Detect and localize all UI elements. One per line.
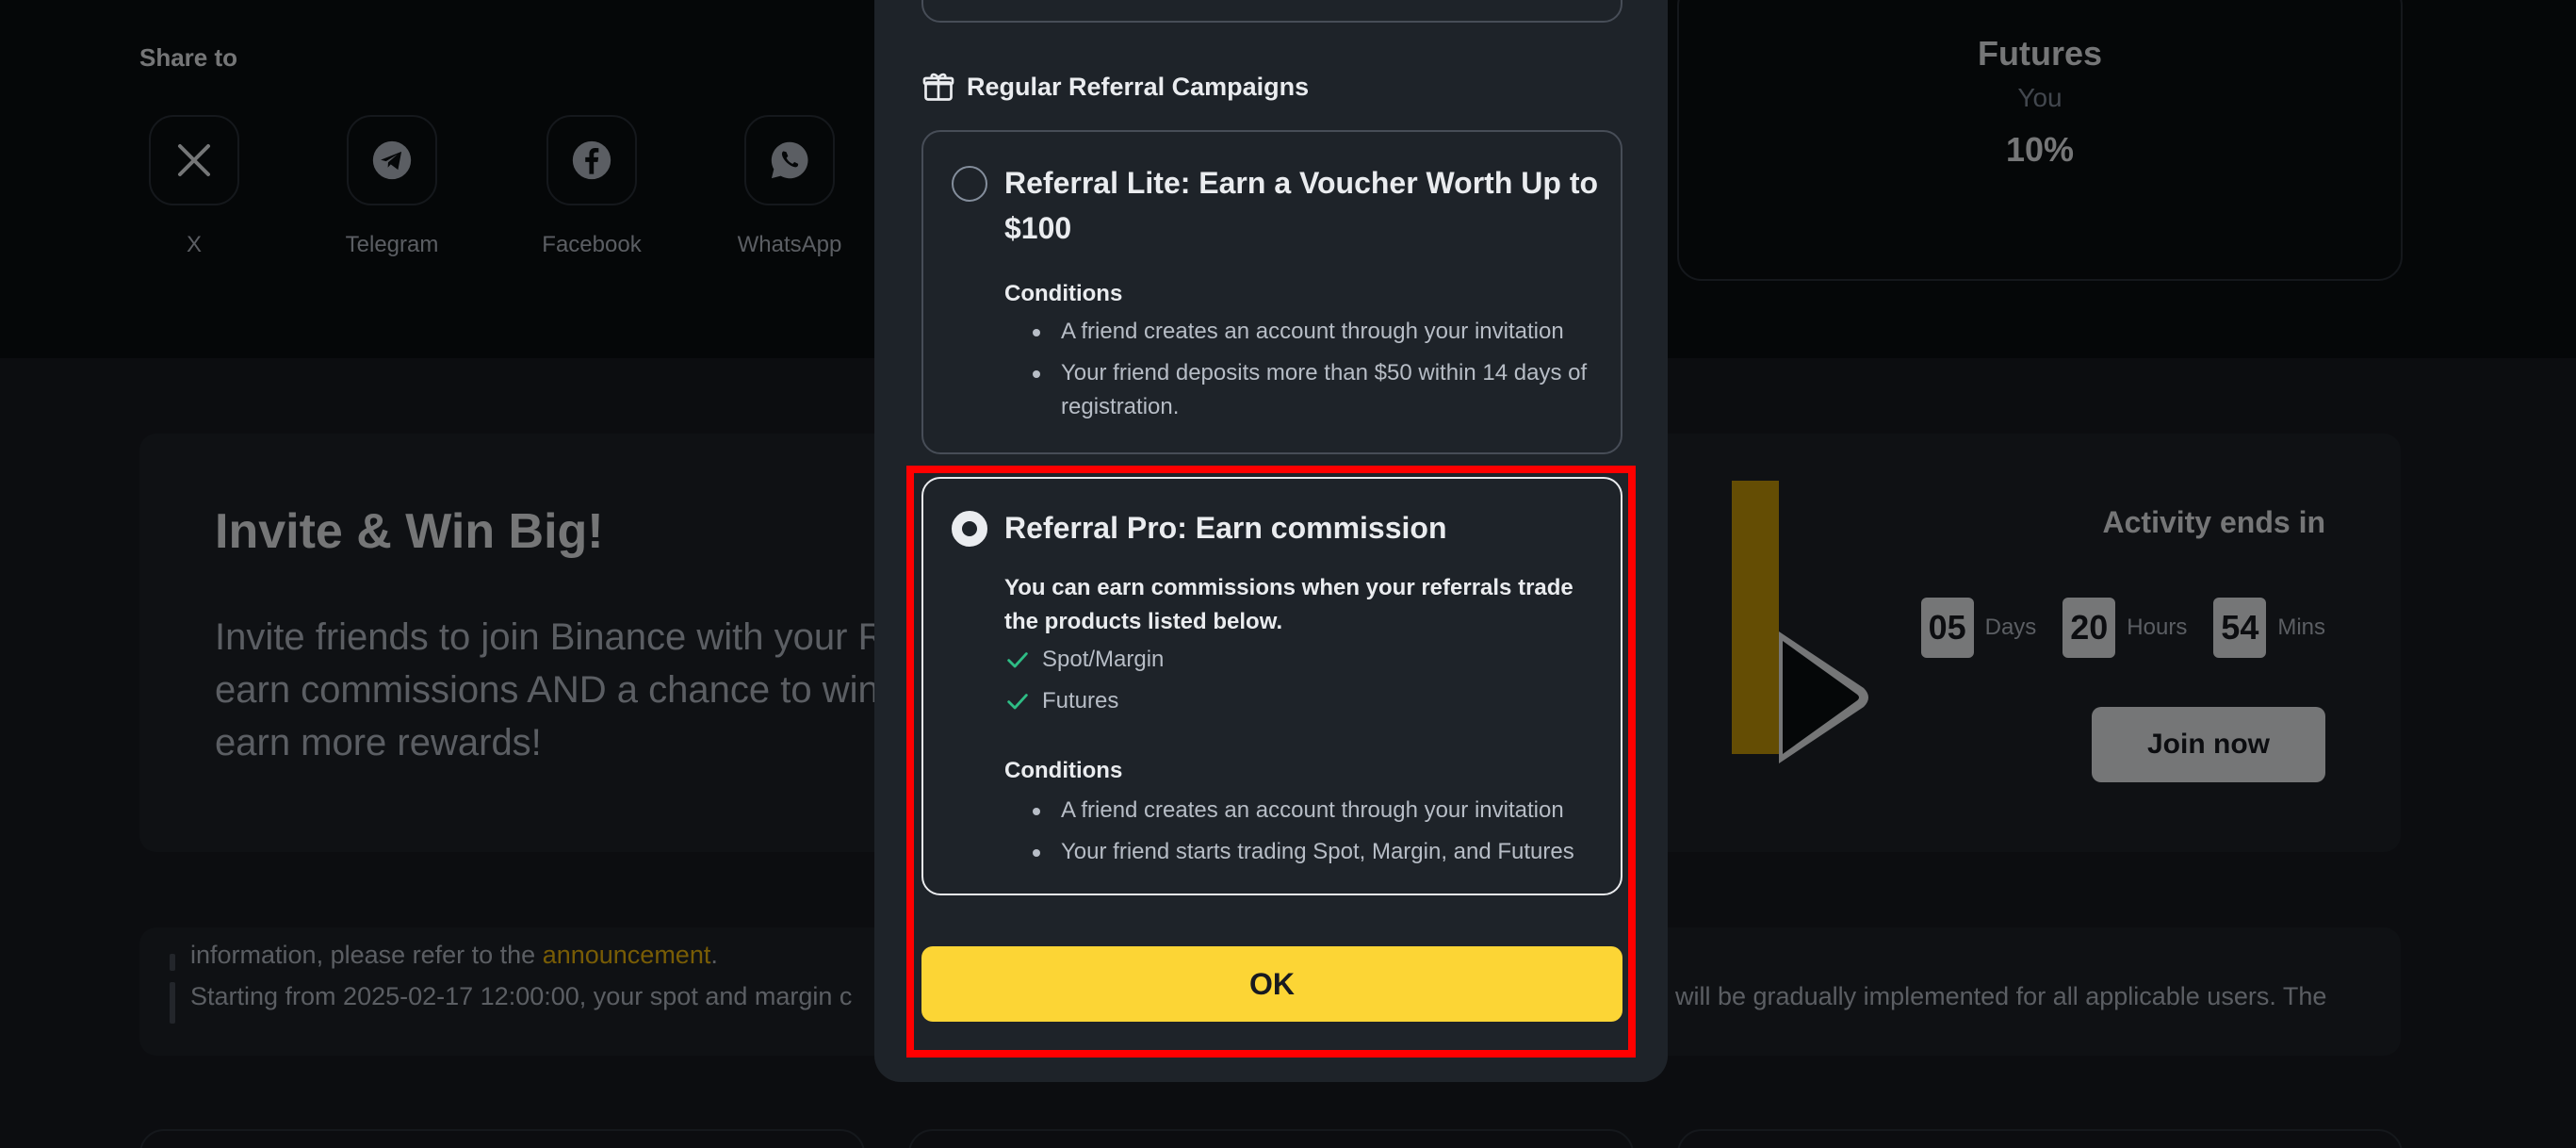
referral-campaign-modal: Regular Referral Campaigns Referral Lite… (874, 0, 1668, 1082)
referral-lite-option[interactable]: Referral Lite: Earn a Voucher Worth Up t… (921, 130, 1622, 454)
referral-pro-title: Referral Pro: Earn commission (1004, 511, 1447, 545)
conditions-title: Conditions (1004, 758, 1123, 783)
previous-option-card[interactable] (921, 0, 1622, 23)
check-icon (1007, 694, 1028, 710)
section-title: Regular Referral Campaigns (967, 72, 1310, 101)
product-label: Spot/Margin (1042, 647, 1165, 672)
ok-button[interactable]: OK (921, 946, 1622, 1022)
referral-pro-description: You can earn commissions when your refer… (1004, 575, 1573, 634)
referral-lite-title: Referral Lite: Earn a Voucher Worth Up t… (1004, 166, 1599, 245)
conditions-list: A friend creates an account through your… (1004, 315, 1607, 432)
condition-item: A friend creates an account through your… (1004, 315, 1607, 349)
condition-item: A friend creates an account through your… (1004, 794, 1607, 828)
referral-lite-radio[interactable] (952, 166, 987, 202)
referral-pro-radio[interactable] (952, 511, 987, 547)
section-header: Regular Referral Campaigns (921, 70, 1309, 104)
product-item: Spot/Margin (1004, 647, 1164, 673)
check-icon (1007, 652, 1028, 668)
conditions-title: Conditions (1004, 281, 1123, 306)
product-label: Futures (1042, 688, 1119, 713)
referral-pro-option[interactable]: Referral Pro: Earn commission You can ea… (921, 477, 1622, 895)
gift-icon (922, 73, 954, 101)
conditions-list: A friend creates an account through your… (1004, 794, 1607, 877)
condition-item: Your friend deposits more than $50 withi… (1004, 356, 1607, 424)
product-item: Futures (1004, 688, 1118, 714)
condition-item: Your friend starts trading Spot, Margin,… (1004, 835, 1607, 869)
